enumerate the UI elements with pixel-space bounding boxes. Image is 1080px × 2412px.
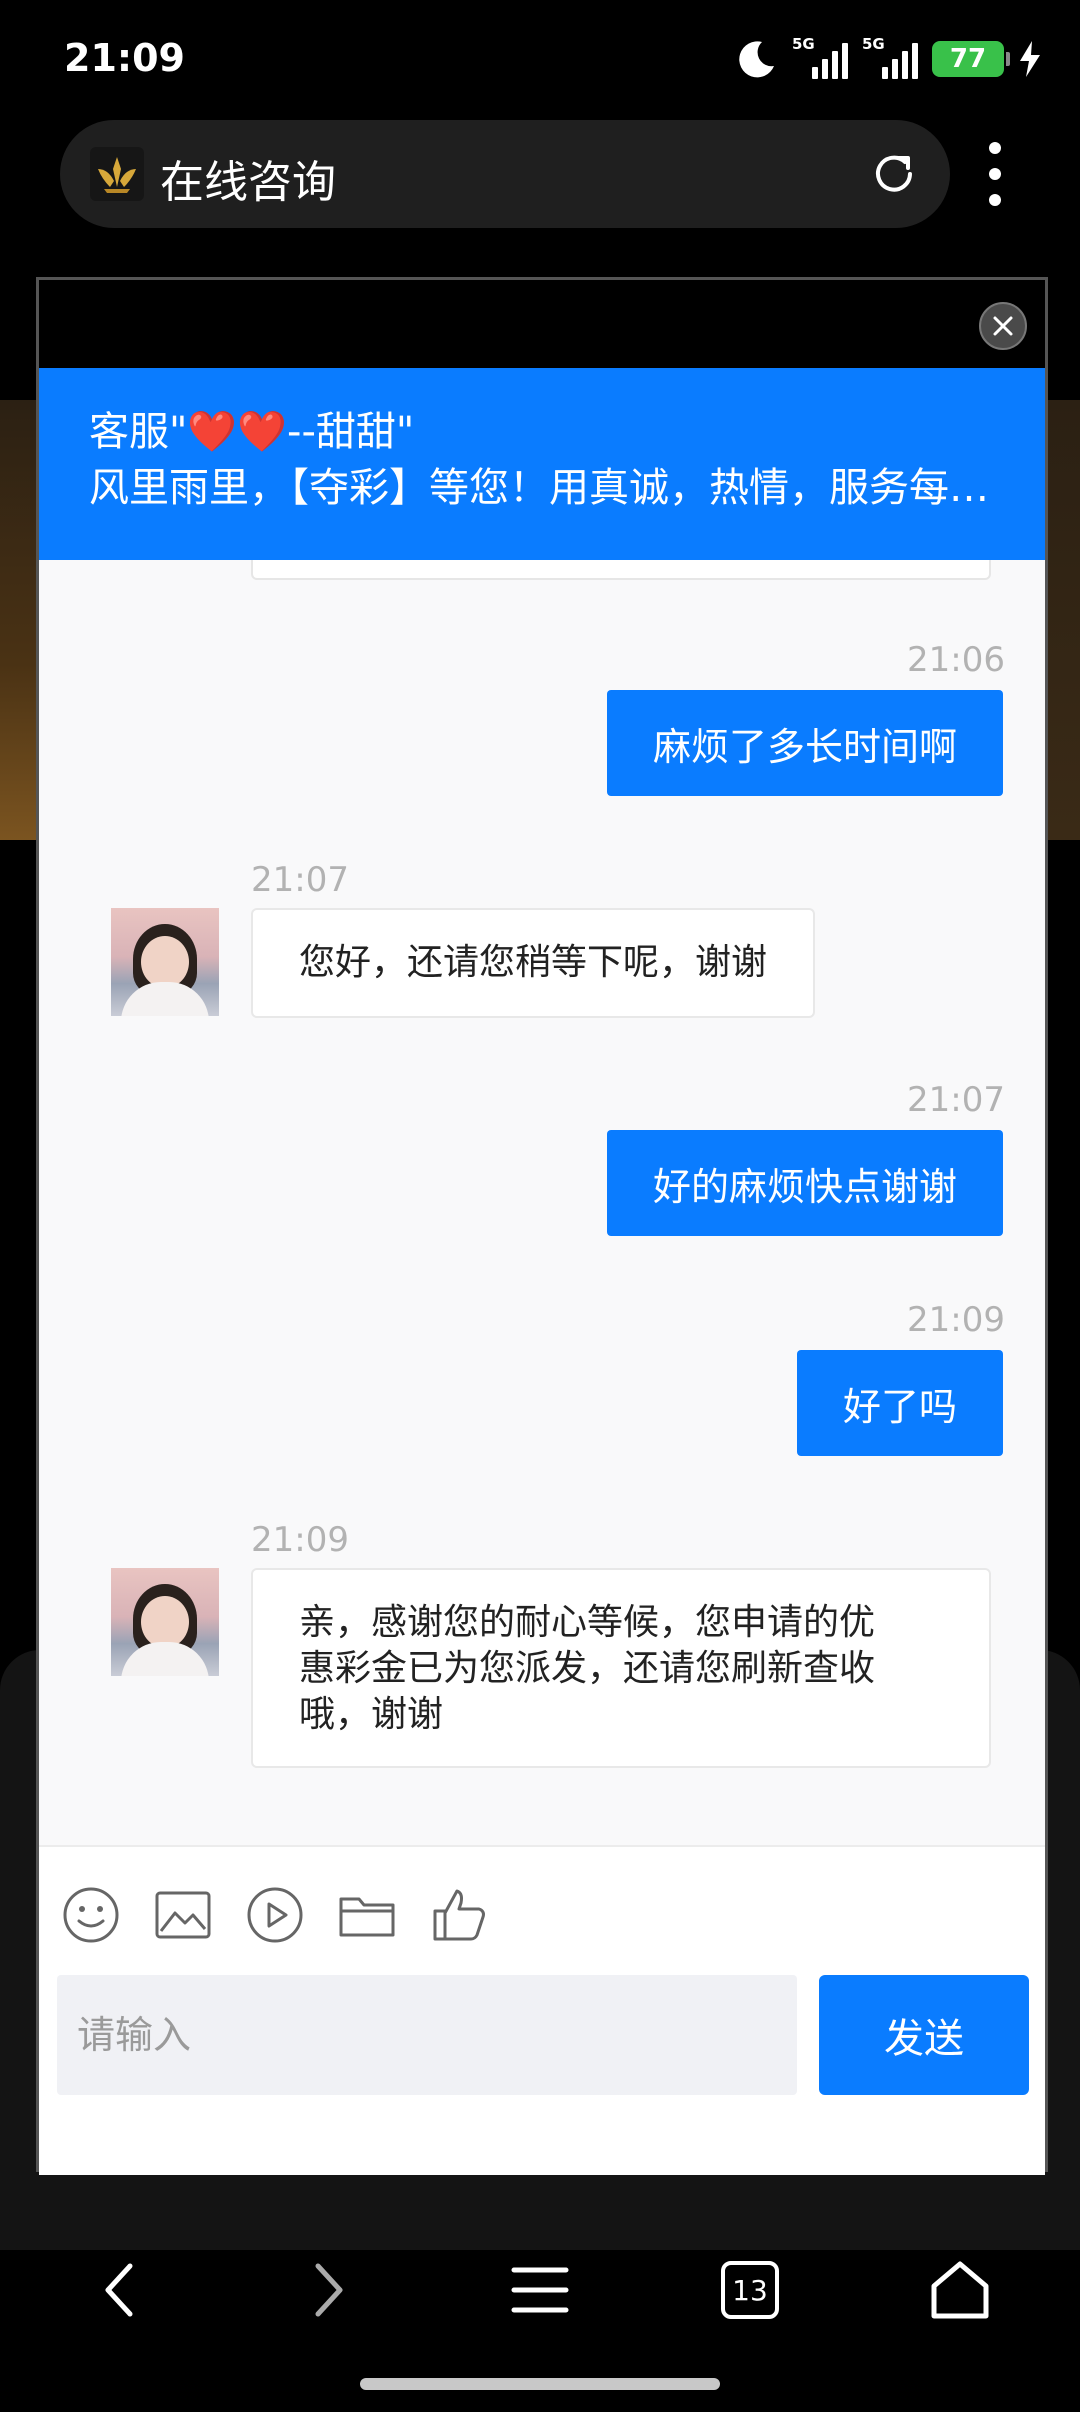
reload-icon[interactable] <box>866 146 922 202</box>
chat-header: 客服"❤️❤️--甜甜" 风里雨里，【夺彩】等您！用真诚，热情，服务每一位客户 <box>39 368 1045 560</box>
status-bar: 21:09 5G 5G 77 <box>0 0 1080 120</box>
page-title: 在线咨询 <box>160 157 336 208</box>
message-outgoing: 好的麻烦快点谢谢 <box>606 1130 1003 1236</box>
video-icon[interactable] <box>245 1885 305 1945</box>
message-time: 21:06 <box>907 640 1005 680</box>
emoji-icon[interactable] <box>61 1885 121 1945</box>
modal-topbar <box>39 280 1045 368</box>
bottom-nav: 13 <box>0 2220 1080 2360</box>
close-button[interactable] <box>979 302 1027 350</box>
message-incoming: 亲，感谢您的耐心等候，您申请的优 惠彩金已为您派发，还请您刷新查收 哦，谢谢 <box>251 1568 991 1768</box>
home-button[interactable] <box>910 2220 1010 2360</box>
back-icon <box>105 2263 133 2317</box>
forward-icon <box>315 2263 343 2317</box>
message-line: 哦，谢谢 <box>299 1694 444 1735</box>
message-input[interactable] <box>57 1975 797 2095</box>
chat-modal: 客服"❤️❤️--甜甜" 风里雨里，【夺彩】等您！用真诚，热情，服务每一位客户 … <box>36 277 1048 2175</box>
message-line: 惠彩金已为您派发，还请您刷新查收 <box>299 1648 876 1689</box>
menu-list-icon <box>511 2267 569 2313</box>
message-time: 21:09 <box>907 1300 1005 1340</box>
message-outgoing: 麻烦了多长时间啊 <box>606 690 1003 796</box>
back-button[interactable] <box>70 2220 170 2360</box>
close-icon <box>993 316 1013 336</box>
send-button[interactable]: 发送 <box>819 1975 1029 2095</box>
address-bar[interactable]: 在线咨询 <box>60 120 950 228</box>
menu-list-button[interactable] <box>490 2220 590 2360</box>
tabs-icon: 13 <box>721 2261 779 2319</box>
avatar <box>111 1568 219 1676</box>
background-page <box>1044 400 1080 840</box>
background-page <box>0 400 38 840</box>
folder-icon[interactable] <box>337 1885 397 1945</box>
menu-icon[interactable] <box>980 142 1010 206</box>
signal-icon: 5G <box>862 35 918 79</box>
avatar <box>111 908 219 1016</box>
image-icon[interactable] <box>153 1885 213 1945</box>
battery-level: 77 <box>949 44 987 74</box>
status-time: 21:09 <box>64 36 185 80</box>
message-incoming: 您好，还请您稍等下呢，谢谢 <box>251 908 816 1018</box>
charging-icon <box>1020 41 1040 77</box>
message-line: 亲，感谢您的耐心等候，您申请的优 <box>299 1602 876 1643</box>
forward-button[interactable] <box>278 2220 378 2360</box>
tabs-button[interactable]: 13 <box>700 2220 800 2360</box>
message-time: 21:07 <box>907 1080 1005 1120</box>
message-time: 21:07 <box>251 860 349 900</box>
previous-message <box>251 560 991 580</box>
site-logo <box>90 147 144 201</box>
agent-motto: 风里雨里，【夺彩】等您！用真诚，热情，服务每一位客户 <box>89 465 995 511</box>
message-time: 21:09 <box>251 1520 349 1560</box>
agent-name: 客服"❤️❤️--甜甜" <box>89 409 415 455</box>
status-icons: 5G 5G 77 <box>736 35 1042 80</box>
battery-icon: 77 <box>932 41 1010 77</box>
home-icon <box>931 2261 989 2319</box>
chat-footer: 发送 <box>39 1845 1045 2175</box>
signal-icon: 5G <box>792 35 848 79</box>
chat-toolbar <box>61 1885 489 1945</box>
home-indicator[interactable] <box>360 2378 720 2390</box>
message-outgoing: 好了吗 <box>796 1350 1003 1456</box>
moon-icon <box>739 41 774 78</box>
thumbs-up-icon[interactable] <box>429 1885 489 1945</box>
